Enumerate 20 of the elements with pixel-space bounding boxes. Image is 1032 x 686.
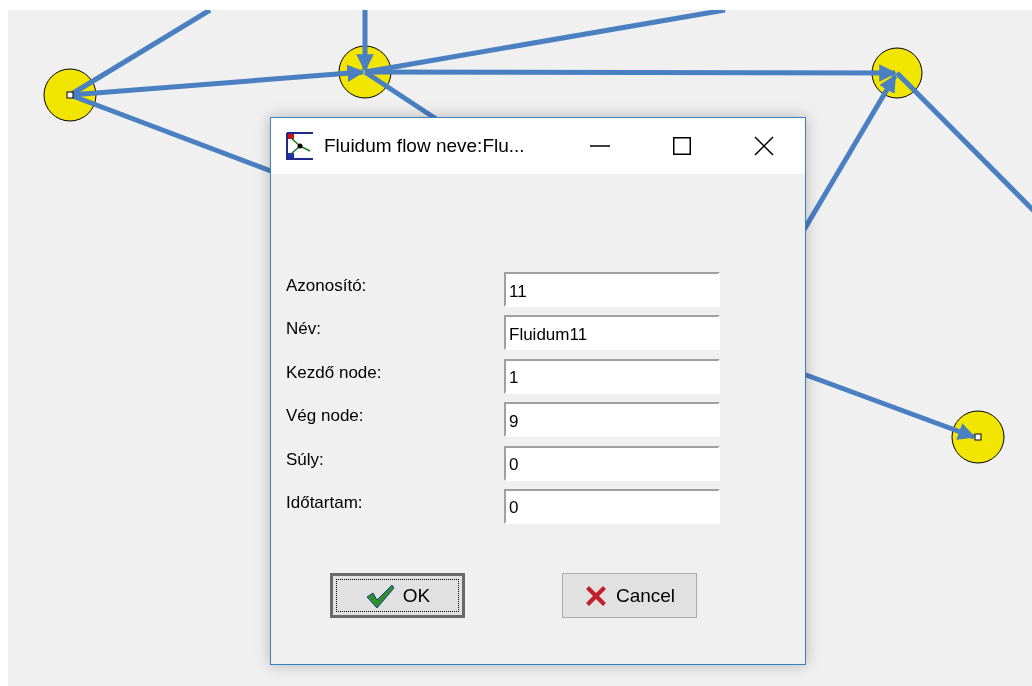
cancel-button[interactable]: Cancel (562, 573, 697, 619)
field-label: Súly: (286, 449, 325, 470)
field-label: Időtartam: (286, 492, 364, 513)
app-icon (286, 132, 314, 160)
input-field[interactable]: 11 (504, 272, 720, 307)
field-label: Vég node: (286, 406, 365, 427)
input-field[interactable]: 0 (504, 445, 720, 481)
window-title: Fluidum flow neve:Flu... (324, 135, 526, 157)
input-field[interactable]: 9 (504, 402, 720, 438)
close-icon (754, 136, 774, 156)
input-field[interactable]: 0 (504, 488, 720, 524)
input-field[interactable]: 1 (504, 358, 720, 394)
ok-button[interactable]: OK (330, 573, 465, 619)
check-icon (364, 582, 395, 609)
maximize-icon (673, 137, 691, 155)
field-label: Kezdő node: (286, 362, 383, 383)
minimize-icon (590, 145, 610, 147)
input-field[interactable]: Fluidum11 (504, 315, 720, 351)
field-label: Azonosító: (286, 276, 368, 296)
field-label: Név: (286, 319, 322, 340)
